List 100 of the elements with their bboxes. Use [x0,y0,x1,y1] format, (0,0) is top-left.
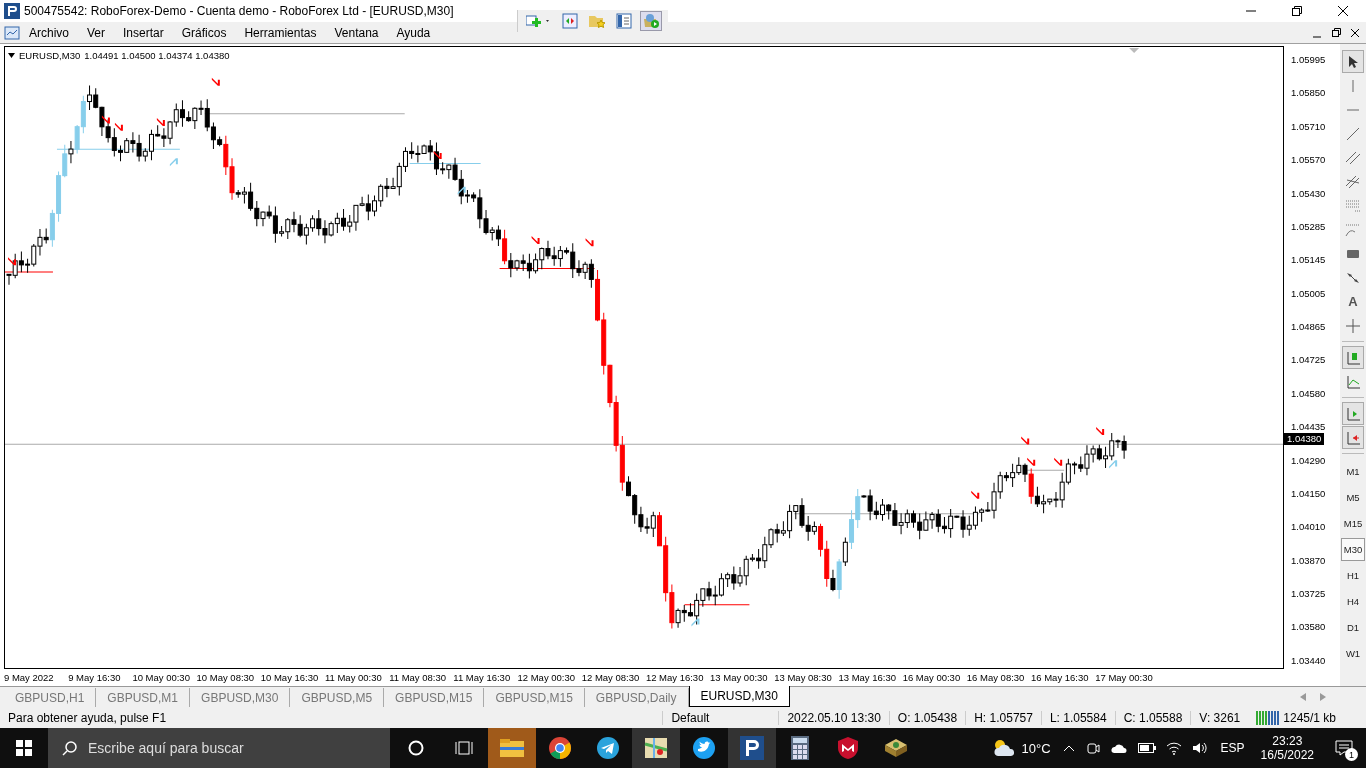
price-tick-label: 1.04435 [1290,421,1327,434]
menu-item[interactable]: Herramientas [235,25,326,40]
price-tick-label: 1.03580 [1290,621,1327,634]
folder-icon [500,738,524,758]
time-tick-label: 17 May 00:30 [1095,672,1154,683]
time-tick-label: 13 May 00:30 [710,672,769,683]
ohlc-quote: 1.04491 1.04500 1.04374 1.04380 [84,50,230,61]
price-tick-label: 1.05285 [1290,220,1327,233]
fibonacci-icon [1345,173,1361,190]
notification-icon[interactable] [1335,740,1353,756]
close-icon [1338,6,1348,16]
chart-symbol: EURUSD,M30 [19,50,81,61]
time-tick-label: 16 May 16:30 [1031,672,1090,683]
search-field[interactable]: Escribe aquí para buscar [48,728,390,768]
horizontal-line-icon [1347,108,1359,111]
status-help-text: Para obtener ayuda, pulse F1 [7,710,168,725]
strategy-tester-icon [642,13,660,29]
price-tick-label: 1.05570 [1290,154,1327,167]
shield-icon [837,736,859,760]
price-tick-label: 1.04725 [1290,354,1327,367]
navigator-button[interactable] [614,11,634,31]
timeframe-button[interactable]: H4 [1341,590,1365,613]
timeframe-button[interactable]: D1 [1341,616,1365,639]
price-tick-label: 1.05710 [1290,120,1327,133]
status-field: V: 3261 [1190,710,1249,725]
time-tick-label: 12 May 00:30 [517,672,577,683]
close-icon [1351,28,1359,37]
temperature-text[interactable]: 10°C [1015,740,1057,756]
task-view-icon [455,740,473,756]
language-indicator[interactable]: ESP [1212,741,1253,755]
menu-item[interactable]: Insertar [114,25,173,40]
dropdown-triangle-icon[interactable] [8,53,15,58]
wifi-icon[interactable] [1165,741,1182,755]
trading-platform-icon [740,736,764,760]
time-tick-label: 12 May 16:30 [645,672,705,683]
market-watch-icon [562,13,578,29]
new-chart-icon [526,14,552,28]
windows-start-icon [16,740,32,756]
time-tick-label: 10 May 08:30 [196,672,256,683]
candlestick-icon [1345,349,1361,366]
price-tick-label: 1.03870 [1290,554,1327,567]
minimize-icon [1313,35,1321,38]
dotted-levels-icon [1345,197,1361,214]
chevron-up-icon[interactable] [1062,744,1075,752]
app-logo-icon [4,3,20,19]
trend-line-icon [1345,125,1361,142]
market-watch-button[interactable] [560,11,580,31]
cortana-icon [408,740,424,756]
maximize-icon [1292,6,1302,16]
time-tick-label: 16 May 08:30 [966,672,1026,683]
menu-item[interactable]: Ver [78,25,115,40]
clock-time[interactable]: 23:23 [1272,734,1303,748]
time-tick-label: 9 May 16:30 [68,672,122,683]
timeframe-button[interactable]: M5 [1341,486,1365,509]
timeframe-button[interactable]: M15 [1341,512,1365,535]
timeframe-button[interactable]: M30 [1341,538,1365,561]
price-tick-label: 1.04580 [1290,387,1327,400]
autoscroll-button[interactable] [1342,402,1364,425]
price-tick-label: 1.04150 [1290,487,1327,500]
menu-item[interactable]: Gráficos [172,25,236,40]
chart-shift-icon [1345,429,1361,446]
candlestick-button[interactable] [1342,346,1364,369]
current-price-label: 1.04380 [1284,433,1325,445]
time-tick-label: 11 May 16:30 [453,672,512,683]
status-traffic: 1245/1 kb [1282,710,1337,725]
maps-app-taskbar-button[interactable] [632,728,680,768]
battery-icon[interactable] [1137,743,1156,753]
price-tick-label: 1.03725 [1290,588,1327,600]
timeframe-button[interactable]: W1 [1341,642,1365,665]
cloud-icon[interactable] [1109,742,1128,754]
price-tick-label: 1.03440 [1290,654,1327,667]
price-tick-label: 1.05995 [1290,54,1327,66]
menu-item[interactable]: Archivo [20,25,78,40]
price-tick-label: 1.04290 [1290,454,1327,467]
text-tool-button[interactable]: A [1342,290,1364,313]
status-field: 2022.05.10 13:30 [778,710,889,725]
maps-app-icon [644,736,668,760]
trading-platform-taskbar-button[interactable] [728,728,776,768]
chart-shift-button[interactable] [1342,426,1364,449]
time-tick-label: 10 May 00:30 [132,672,191,683]
chart-window-icon[interactable] [4,25,20,40]
clock-date[interactable]: 16/5/2022 [1260,748,1314,762]
meeting-icon[interactable] [1085,741,1100,755]
twitter-bird-icon [692,736,716,760]
timeframe-button[interactable]: H1 [1341,564,1365,587]
price-tick-label: 1.05430 [1290,187,1327,200]
time-tick-label: 11 May 08:30 [389,672,447,683]
timeframe-button[interactable]: M1 [1341,460,1365,483]
price-tick-label: 1.05145 [1290,254,1327,267]
status-field: C: 1.05588 [1114,710,1191,725]
status-field: H: 1.05757 [965,710,1041,725]
menu-item[interactable]: Ayuda [387,25,440,40]
status-profile: Default [662,710,779,725]
navigator-icon [616,13,632,29]
cursor-button[interactable] [1342,50,1364,73]
menu-item[interactable]: Ventana [325,25,388,40]
volume-icon[interactable] [1191,741,1208,755]
time-tick-label: 16 May 00:30 [902,672,962,683]
chart-tab[interactable]: EURUSD,M30 [688,686,790,707]
restore-icon [1331,28,1341,37]
